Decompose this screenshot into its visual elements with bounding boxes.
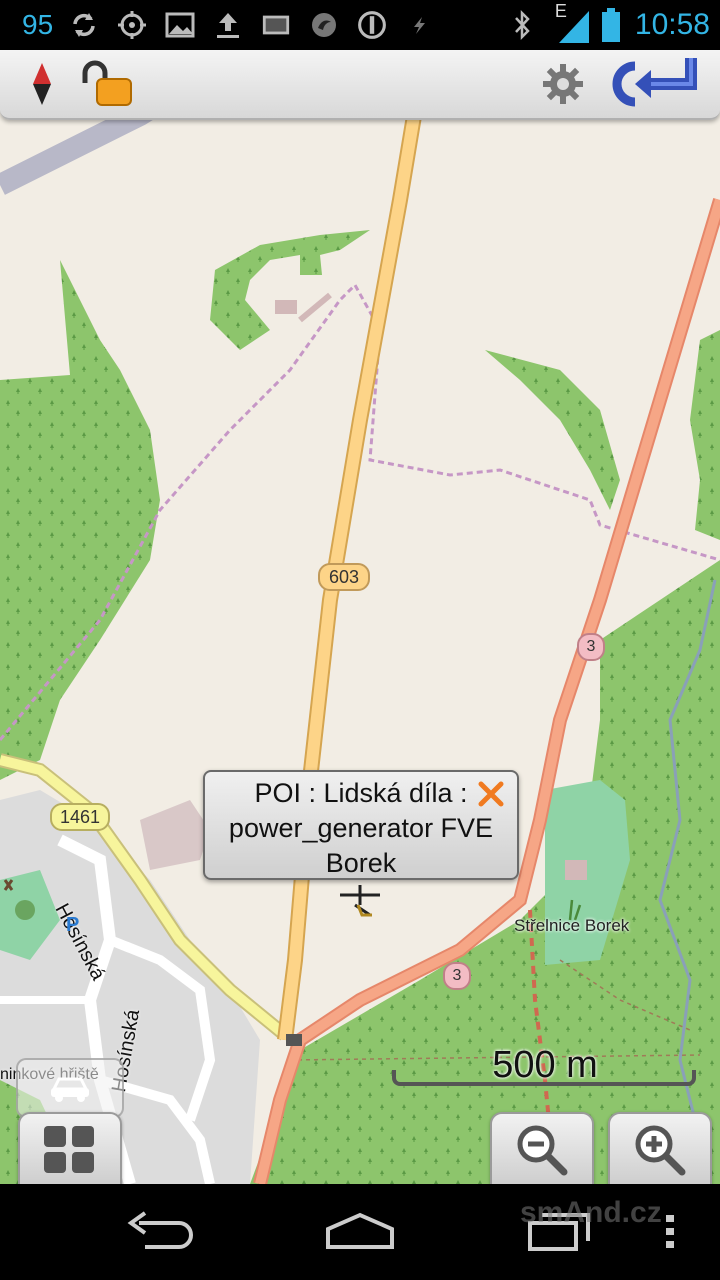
zoom-in-button[interactable] [608, 1112, 712, 1188]
road-junction-icon [286, 1034, 302, 1046]
car-icon [51, 1077, 89, 1102]
close-icon[interactable] [477, 780, 505, 808]
network-type: E [554, 1, 567, 21]
status-bar: 95 E 10:58 [0, 0, 720, 50]
battery-icon [601, 8, 621, 42]
sync-icon [69, 10, 99, 40]
bluetooth-icon [507, 9, 537, 41]
home-button[interactable] [315, 1206, 405, 1256]
home-icon [326, 1212, 394, 1249]
menu-button[interactable] [18, 1112, 122, 1188]
map-scale: 500 m [392, 1044, 698, 1090]
lock-button[interactable] [76, 56, 136, 112]
map-toolbar [0, 50, 720, 120]
bolt-icon [405, 10, 435, 40]
clock: 10:58 [634, 8, 710, 41]
popup-line-3: Borek [325, 848, 397, 878]
building [565, 860, 587, 880]
screen-icon [261, 10, 291, 40]
place-label-strelnice: Střelnice Borek [514, 916, 630, 935]
gps-icon [117, 10, 147, 40]
football-icon [15, 900, 35, 920]
car-button[interactable] [16, 1058, 124, 1118]
lock-open-icon [82, 60, 132, 106]
gallery-icon [165, 10, 195, 40]
grid-menu-icon [44, 1126, 94, 1173]
road-shield-1461: 1461 [50, 803, 110, 831]
zoom-out-icon [517, 1125, 568, 1176]
map-canvas [0, 50, 720, 1184]
road-shield-3-south: 3 [443, 962, 471, 990]
notification-count: 95 [22, 9, 54, 40]
road-shield-3-north: 3 [577, 633, 605, 661]
gear-icon [543, 64, 583, 104]
back-icon [127, 1211, 193, 1249]
compass-button[interactable] [22, 56, 62, 112]
parking-icon: P [66, 914, 80, 936]
popup-line-1: POI : Lidská díla : [254, 778, 468, 808]
back-button[interactable] [116, 1206, 206, 1256]
poi-popup[interactable]: POI : Lidská díla : power_generator FVE … [203, 770, 519, 880]
upload-icon [213, 10, 243, 40]
scale-bar [392, 1070, 696, 1086]
compass-icon [33, 63, 51, 105]
app-icon [309, 10, 339, 40]
settings-button[interactable] [538, 56, 588, 112]
back-to-location-icon [612, 58, 697, 107]
back-to-location-button[interactable] [602, 56, 708, 112]
road-shield-603: 603 [318, 563, 370, 591]
signal-icon: E [555, 1, 591, 45]
zoom-out-button[interactable] [490, 1112, 594, 1188]
map-view[interactable]: 603 1461 3 3 Hosínská Hosínská Střelnice… [0, 50, 720, 1184]
overflow-menu-icon [666, 1215, 674, 1248]
zoom-in-icon [635, 1125, 686, 1176]
watermark-logo: smAnd.cz [520, 1196, 662, 1229]
power-icon [357, 10, 387, 40]
popup-line-2: power_generator FVE [228, 813, 494, 843]
building [275, 300, 297, 314]
